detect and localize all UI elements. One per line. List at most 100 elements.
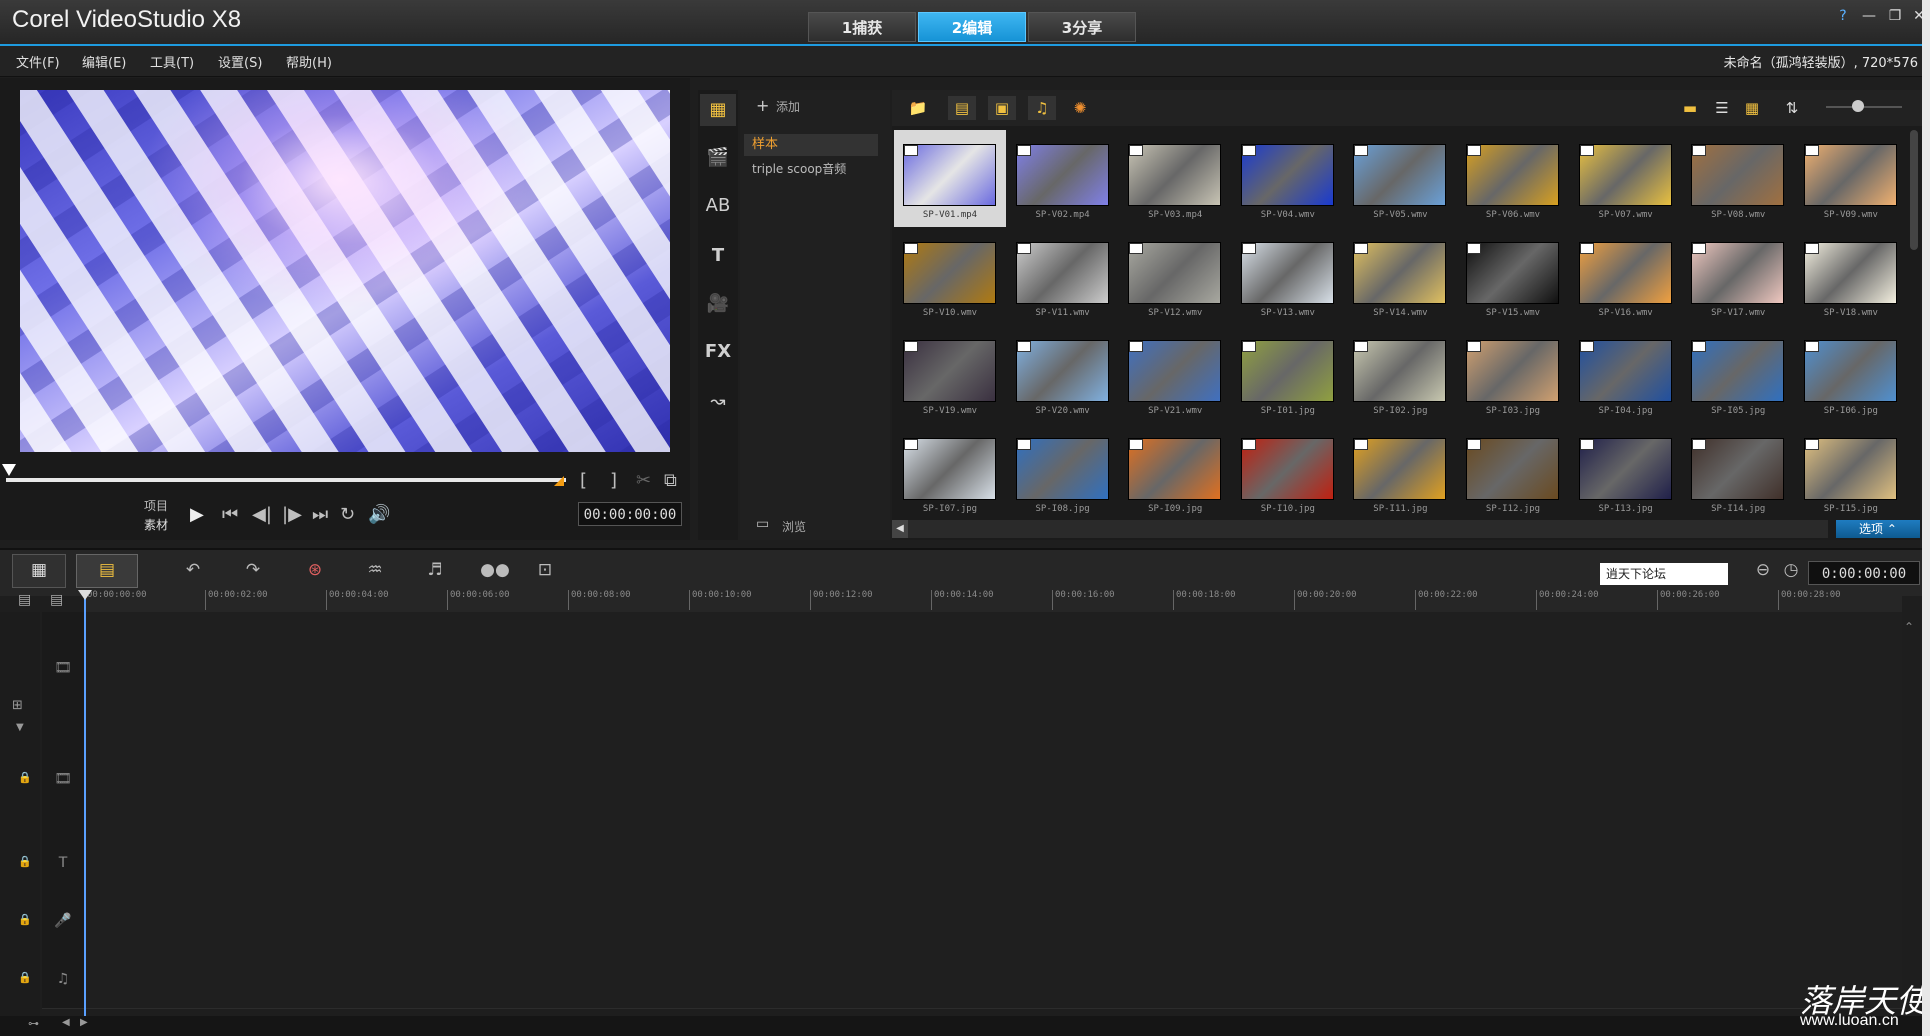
track-lock-icon[interactable]: 🔒	[18, 855, 32, 868]
music-track-header[interactable]: ♫	[42, 950, 84, 1009]
sort-icon[interactable]: ⇅	[1778, 96, 1806, 120]
tab-share[interactable]: 3分享	[1028, 12, 1136, 42]
library-thumbnail[interactable]: SP-I01.jpg	[1232, 326, 1344, 423]
library-thumbnail[interactable]: SP-I13.jpg	[1570, 424, 1682, 521]
thumbnail-view-icon[interactable]: ▬	[1676, 96, 1704, 120]
voice-track[interactable]	[84, 892, 1902, 951]
library-thumbnail[interactable]: SP-I15.jpg	[1795, 424, 1907, 521]
film-reel-icon[interactable]: ✺	[1066, 96, 1094, 120]
add-folder-button[interactable]: 添加	[776, 98, 800, 115]
transition-icon[interactable]: AB	[700, 190, 736, 222]
library-thumbnail[interactable]: SP-I07.jpg	[894, 424, 1006, 521]
library-thumbnail[interactable]: SP-V17.wmv	[1682, 228, 1794, 325]
add-icon[interactable]: +	[756, 96, 769, 115]
voice-track-header[interactable]: 🎤	[42, 892, 84, 951]
library-thumbnail[interactable]: SP-V08.wmv	[1682, 130, 1794, 227]
previous-frame-icon[interactable]: ◀|	[252, 504, 272, 525]
volume-icon[interactable]: 🔊	[368, 504, 390, 525]
scroll-left-button[interactable]: ◀	[892, 520, 908, 538]
library-thumbnail[interactable]: SP-V09.wmv	[1795, 130, 1907, 227]
record-capture-icon[interactable]: ⊛	[298, 556, 332, 584]
track-lock-icon[interactable]: 🔒	[18, 771, 32, 784]
library-thumbnail[interactable]: SP-I04.jpg	[1570, 326, 1682, 423]
library-thumbnail[interactable]: SP-V01.mp4	[894, 130, 1006, 227]
zoom-out-icon[interactable]: ◀	[62, 1017, 70, 1028]
play-icon[interactable]: ▶	[190, 504, 204, 525]
path-icon[interactable]: ↝	[700, 386, 736, 418]
library-thumbnail[interactable]: SP-V04.wmv	[1232, 130, 1344, 227]
library-thumbnail[interactable]: SP-V18.wmv	[1795, 228, 1907, 325]
minimize-button[interactable]: —	[1858, 6, 1880, 26]
overlay-track-header[interactable]: 🎞	[42, 724, 84, 835]
track-manager-icon[interactable]: ▤	[18, 592, 31, 608]
folder-triple-scoop[interactable]: triple scoop音频	[752, 160, 846, 177]
music-track[interactable]	[84, 950, 1902, 1009]
title-track[interactable]	[84, 834, 1902, 893]
title-icon[interactable]: T	[700, 240, 736, 272]
player-timecode[interactable]: 00:00:00:00	[578, 502, 682, 526]
instant-project-icon[interactable]: 🎬	[700, 142, 736, 174]
folder-icon[interactable]: 📁	[904, 96, 932, 120]
project-mode-label[interactable]: 项目	[144, 497, 168, 514]
undo-icon[interactable]: ↶	[176, 556, 210, 584]
library-thumbnail[interactable]: SP-I10.jpg	[1232, 424, 1344, 521]
motion-tracking-icon[interactable]: ●●	[478, 556, 512, 584]
library-thumbnail[interactable]: SP-V07.wmv	[1570, 130, 1682, 227]
playhead[interactable]	[84, 590, 86, 1016]
ripple-edit-icon[interactable]: ⊞	[12, 698, 23, 713]
library-thumbnail[interactable]: SP-I12.jpg	[1457, 424, 1569, 521]
zoom-in-icon[interactable]: ▶	[80, 1017, 88, 1028]
project-duration-timecode[interactable]: 0:00:00:00	[1808, 561, 1920, 585]
library-thumbnail[interactable]: SP-V19.wmv	[894, 326, 1006, 423]
menu-edit[interactable]: 编辑(E)	[82, 52, 126, 71]
library-thumbnail[interactable]: SP-I06.jpg	[1795, 326, 1907, 423]
next-frame-icon[interactable]: |▶	[282, 504, 302, 525]
end-icon[interactable]: ⏭	[312, 504, 328, 525]
library-scrollbar[interactable]	[1910, 130, 1918, 250]
library-thumbnail[interactable]: SP-V10.wmv	[894, 228, 1006, 325]
library-thumbnail[interactable]: SP-I05.jpg	[1682, 326, 1794, 423]
chapter-icon[interactable]: ▤	[50, 592, 63, 608]
library-thumbnail[interactable]: SP-I02.jpg	[1344, 326, 1456, 423]
library-thumbnail[interactable]: SP-I11.jpg	[1344, 424, 1456, 521]
browse-button[interactable]: 浏览	[782, 518, 806, 535]
fx-icon[interactable]: FX	[700, 336, 736, 368]
playhead-handle[interactable]	[78, 590, 92, 600]
tab-edit[interactable]: 2编辑	[918, 12, 1026, 42]
library-thumbnail[interactable]: SP-V02.mp4	[1007, 130, 1119, 227]
title-track-header[interactable]: T	[42, 834, 84, 893]
menu-file[interactable]: 文件(F)	[16, 52, 60, 71]
library-thumbnail[interactable]: SP-I03.jpg	[1457, 326, 1569, 423]
slider-knob[interactable]	[1852, 100, 1864, 112]
scroll-up-icon[interactable]: ⌃	[1904, 620, 1914, 634]
library-thumbnail[interactable]: SP-V05.wmv	[1344, 130, 1456, 227]
redo-icon[interactable]: ↷	[236, 556, 270, 584]
library-thumbnail[interactable]: SP-V03.mp4	[1119, 130, 1231, 227]
list-view-icon[interactable]: ☰	[1708, 96, 1736, 120]
show-photos-icon[interactable]: ▣	[988, 96, 1016, 120]
sound-mixer-icon[interactable]: ♒	[358, 556, 392, 584]
track-lock-icon[interactable]: 🔒	[18, 913, 32, 926]
graphic-icon[interactable]: 🎥	[700, 288, 736, 320]
library-thumbnail[interactable]: SP-V16.wmv	[1570, 228, 1682, 325]
video-track[interactable]	[84, 612, 1902, 725]
zoom-icon[interactable]: ⊶	[28, 1017, 39, 1030]
library-thumbnail[interactable]: SP-V12.wmv	[1119, 228, 1231, 325]
scrubber-handle[interactable]	[2, 464, 16, 476]
folder-samples[interactable]: 样本	[744, 134, 878, 156]
library-thumbnail[interactable]: SP-V21.wmv	[1119, 326, 1231, 423]
auto-music-icon[interactable]: ♬	[418, 556, 452, 584]
split-clip-icon[interactable]: ✂	[636, 470, 651, 491]
library-hscrollbar[interactable]	[908, 520, 1828, 538]
thumbnail-size-slider[interactable]	[1826, 106, 1902, 108]
grid-view-icon[interactable]: ▦	[1738, 96, 1766, 120]
library-thumbnail[interactable]: SP-I14.jpg	[1682, 424, 1794, 521]
timeline-ruler[interactable]: 00:00:00:00 00:00:02:00 00:00:04:00 00:00:0…	[84, 590, 1902, 613]
show-audio-icon[interactable]: ♫	[1028, 96, 1056, 120]
mark-out-button[interactable]: ]	[610, 470, 617, 491]
scrubber-bar[interactable]	[6, 478, 566, 482]
menu-help[interactable]: 帮助(H)	[286, 52, 332, 71]
library-thumbnail[interactable]: SP-V15.wmv	[1457, 228, 1569, 325]
library-thumbnail[interactable]: SP-V13.wmv	[1232, 228, 1344, 325]
media-icon[interactable]: ▦	[700, 94, 736, 126]
